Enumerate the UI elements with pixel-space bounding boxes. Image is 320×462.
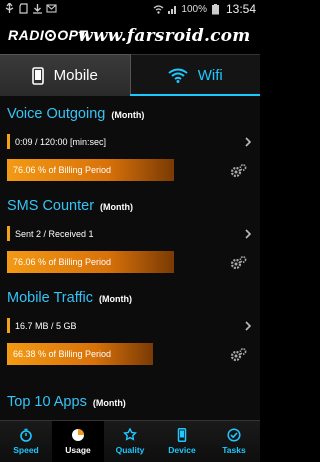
voice-detail: 0:09 / 120:00 [min:sec] xyxy=(15,136,107,147)
section-header: Mobile Traffic (Month) xyxy=(0,290,260,314)
watermark-text: www.farsroid.com xyxy=(78,26,251,46)
sms-detail: Sent 2 / Received 1 xyxy=(15,228,94,239)
nav-label: Quality xyxy=(115,445,145,455)
traffic-detail: 16.7 MB / 5 GB xyxy=(15,320,77,331)
status-bar: 100% 13:54 xyxy=(0,0,260,18)
traffic-billing-row: 66.38 % of Billing Period xyxy=(7,343,253,365)
app-bar: RADI OPT www.farsroid.com xyxy=(0,18,260,54)
tab-wifi-label: Wifi xyxy=(197,67,223,84)
billing-text: 76.06 % of Billing Period xyxy=(13,165,112,175)
nav-label: Tasks xyxy=(222,445,246,455)
row-accent xyxy=(7,134,10,149)
nav-device[interactable]: Device xyxy=(156,421,208,462)
section-traffic: Mobile Traffic (Month) 16.7 MB / 5 GB 66… xyxy=(0,290,260,365)
clock: 13:54 xyxy=(225,2,256,16)
sms-detail-row[interactable]: Sent 2 / Received 1 xyxy=(7,224,253,243)
device-icon xyxy=(177,428,187,442)
voice-detail-row[interactable]: 0:09 / 120:00 [min:sec] xyxy=(7,132,253,151)
stopwatch-icon xyxy=(20,428,32,442)
pie-chart-icon xyxy=(72,429,84,441)
chevron-right-icon xyxy=(245,320,252,331)
chevron-right-icon xyxy=(245,136,252,147)
download-icon xyxy=(33,4,42,14)
nav-quality[interactable]: Quality xyxy=(104,421,156,462)
nav-label: Usage xyxy=(65,445,91,455)
section-title: SMS Counter xyxy=(7,198,95,214)
battery-percent: 100% xyxy=(181,3,207,15)
section-title: Top 10 Apps xyxy=(7,394,87,410)
billing-text: 76.06 % of Billing Period xyxy=(13,257,112,267)
section-title: Mobile Traffic xyxy=(7,290,93,306)
tab-wifi[interactable]: Wifi xyxy=(130,54,260,96)
section-title: Voice Outgoing xyxy=(7,106,106,122)
usb-icon xyxy=(5,3,14,13)
network-tabs: Mobile Wifi xyxy=(0,54,260,96)
section-period: (Month) xyxy=(98,294,132,304)
nav-tasks[interactable]: Tasks xyxy=(208,421,260,462)
gear-icon[interactable] xyxy=(229,347,247,363)
section-header: Voice Outgoing (Month) xyxy=(0,106,260,130)
notification-icons xyxy=(4,3,57,14)
chevron-right-icon xyxy=(245,228,252,239)
billing-progress-bar: 66.38 % of Billing Period xyxy=(7,343,154,365)
billing-progress-bar: 76.06 % of Billing Period xyxy=(7,159,175,181)
section-header: SMS Counter (Month) xyxy=(0,198,260,222)
nav-label: Speed xyxy=(13,445,39,455)
wifi-status-icon xyxy=(153,4,164,14)
tab-mobile-label: Mobile xyxy=(53,67,98,84)
sms-billing-row: 76.06 % of Billing Period xyxy=(7,251,253,273)
status-indicators: 100% 13:54 xyxy=(153,2,256,16)
signal-icon xyxy=(168,5,177,14)
quality-icon xyxy=(123,428,137,441)
wifi-icon xyxy=(168,68,188,83)
logo-o-icon xyxy=(45,30,57,41)
battery-icon xyxy=(211,3,219,14)
row-accent xyxy=(7,318,10,333)
tab-mobile[interactable]: Mobile xyxy=(0,54,131,96)
section-period: (Month) xyxy=(111,110,145,120)
billing-text: 66.38 % of Billing Period xyxy=(13,349,112,359)
bottom-nav: Speed Usage Quality Device Tasks xyxy=(0,420,260,462)
section-header: Top 10 Apps (Month) xyxy=(0,394,260,418)
phone-icon xyxy=(31,66,44,85)
gear-icon[interactable] xyxy=(229,255,247,271)
tasks-icon xyxy=(227,428,241,442)
section-sms: SMS Counter (Month) Sent 2 / Received 1 … xyxy=(0,198,260,273)
nav-label: Device xyxy=(168,445,196,455)
traffic-detail-row[interactable]: 16.7 MB / 5 GB xyxy=(7,316,253,335)
nav-usage[interactable]: Usage xyxy=(52,421,104,462)
gear-icon[interactable] xyxy=(229,163,247,179)
app-logo: RADI OPT xyxy=(8,27,88,43)
voice-billing-row: 76.06 % of Billing Period xyxy=(7,159,253,181)
section-period: (Month) xyxy=(92,398,126,408)
mail-icon xyxy=(46,4,57,13)
billing-progress-bar: 76.06 % of Billing Period xyxy=(7,251,175,273)
nav-speed[interactable]: Speed xyxy=(0,421,52,462)
row-accent xyxy=(7,226,10,241)
section-top-apps[interactable]: Top 10 Apps (Month) xyxy=(0,394,260,418)
sd-card-icon xyxy=(19,3,28,14)
section-voice: Voice Outgoing (Month) 0:09 / 120:00 [mi… xyxy=(0,106,260,181)
section-period: (Month) xyxy=(100,202,134,212)
usage-content[interactable]: Voice Outgoing (Month) 0:09 / 120:00 [mi… xyxy=(0,96,260,420)
